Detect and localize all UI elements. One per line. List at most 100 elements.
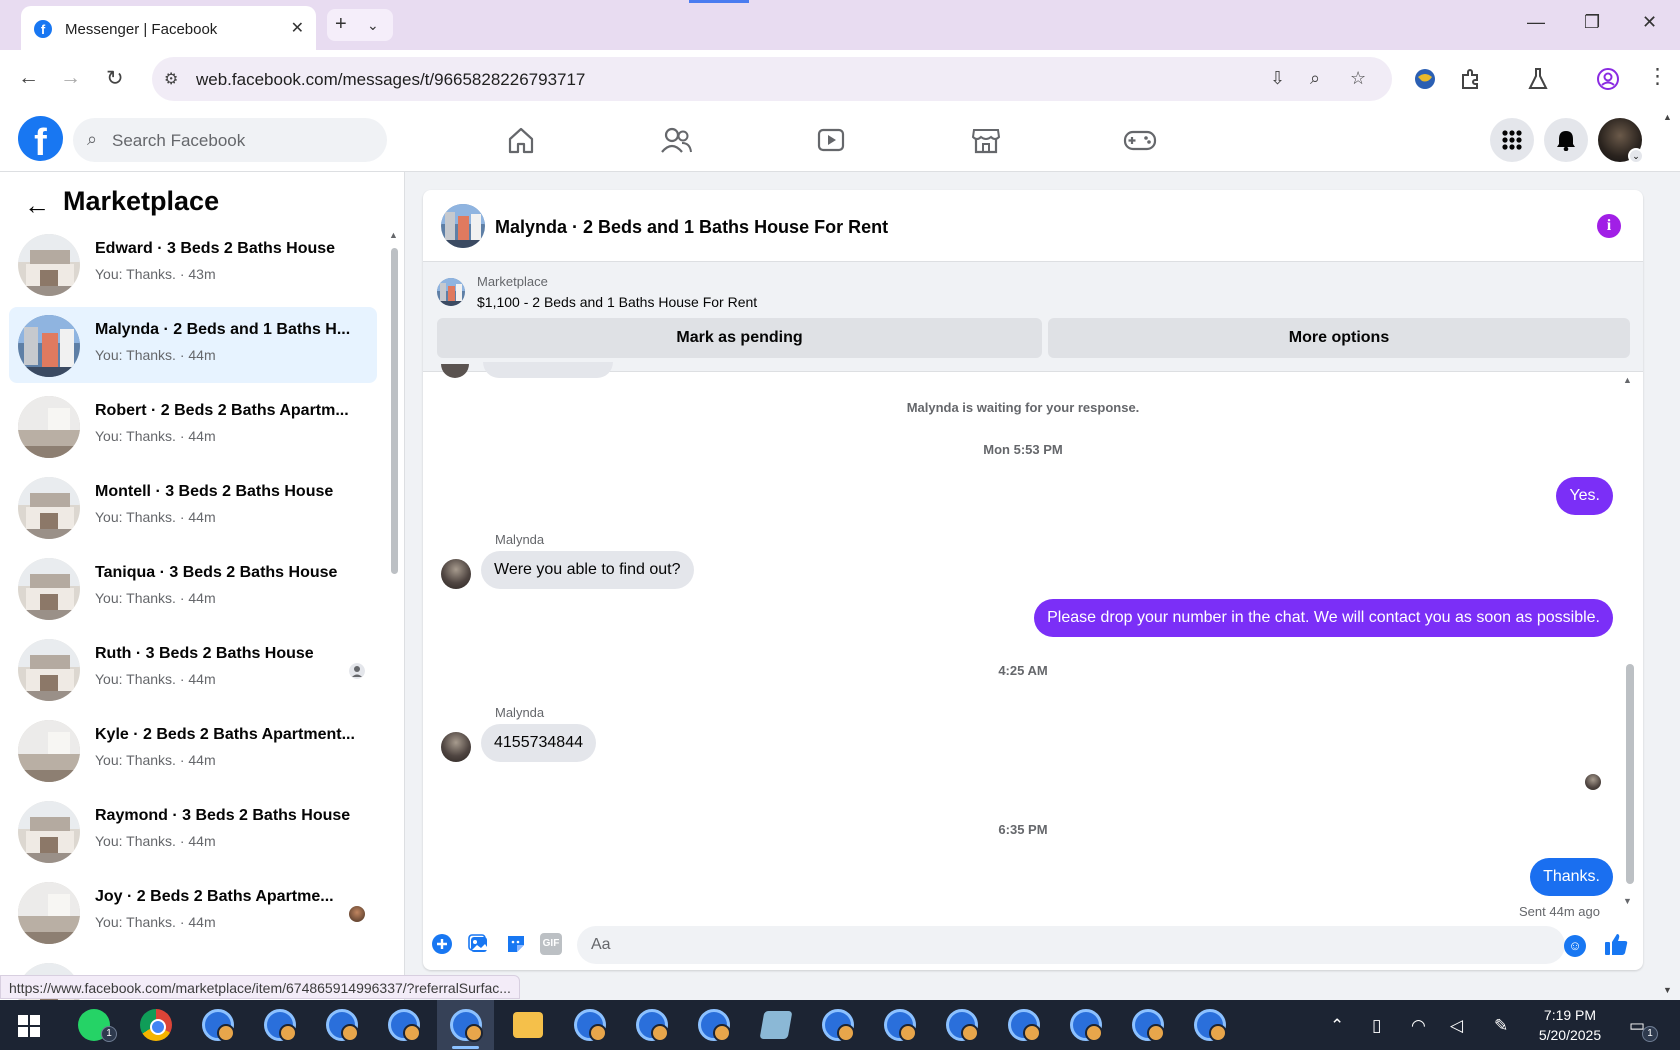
scroll-up-arrow-icon[interactable]: ▲ [389,230,398,240]
sender-avatar[interactable] [441,559,471,589]
thumbs-up-like-icon[interactable] [1603,931,1629,957]
sender-avatar[interactable] [441,732,471,762]
page-scroll-down-icon[interactable]: ▼ [1663,985,1672,995]
url-text[interactable]: web.facebook.com/messages/t/966582822679… [196,70,585,90]
emoji-icon[interactable]: ☺ [1564,935,1586,957]
facebook-logo[interactable]: f [18,116,63,164]
file-explorer-icon[interactable] [513,1012,543,1038]
listing-thumbnail [18,801,80,863]
scroll-up-arrow-icon[interactable]: ▲ [1623,375,1632,385]
sticker-icon[interactable] [505,933,527,955]
nav-marketplace[interactable] [931,118,1041,162]
conversation-name: Ruth · 3 Beds 2 Baths House [95,645,314,662]
scroll-down-arrow-icon[interactable]: ▼ [1623,896,1632,906]
chat-title[interactable]: Malynda · 2 Beds and 1 Baths House For R… [495,217,888,238]
incoming-message[interactable]: 4155734844 [481,724,596,762]
photo-icon[interactable] [468,933,490,955]
chrome-profile-icon[interactable] [1070,1009,1103,1042]
listing-price[interactable]: $1,100 - 2 Beds and 1 Baths House For Re… [477,294,757,310]
reload-icon[interactable]: ↻ [106,66,124,91]
chrome-profile-icon[interactable] [1132,1009,1165,1042]
notepad-icon[interactable] [759,1011,793,1039]
nav-friends[interactable] [621,118,731,162]
chrome-profile-icon[interactable] [1008,1009,1041,1042]
back-arrow-icon[interactable]: ← [18,66,39,90]
system-clock[interactable]: 7:19 PM 5/20/2025 [1535,1005,1605,1045]
conversation-list-scrollbar[interactable] [391,248,398,574]
outgoing-message[interactable]: Yes. [1556,477,1613,515]
notifications-button[interactable] [1544,118,1588,162]
wifi-icon[interactable]: ◠ [1411,1016,1426,1036]
chrome-profile-icon[interactable] [574,1009,607,1042]
chrome-profile-icon[interactable] [636,1009,669,1042]
conversation-item-active[interactable]: Malynda · 2 Beds and 1 Baths H... You: T… [9,307,377,383]
back-arrow-icon[interactable]: ← [24,190,50,221]
new-tab-icon[interactable]: + [335,13,347,36]
timestamp: 4:25 AM [998,663,1048,678]
tab-search-chevron-icon[interactable]: ⌄ [367,17,379,34]
extension-globe-icon[interactable] [1414,68,1436,90]
listing-thumbnail [18,882,80,944]
conversation-item[interactable]: Edward · 3 Beds 2 Baths House You: Thank… [9,226,377,302]
facebook-search-input[interactable]: ⌕ Search Facebook [73,118,387,162]
browser-tab-bar: f Messenger | Facebook ✕ + ⌄ — ❐ ✕ [0,0,1680,50]
outgoing-message[interactable]: Thanks. [1530,858,1613,896]
maximize-icon[interactable]: ❐ [1584,12,1600,33]
info-icon[interactable]: i [1597,214,1621,238]
home-icon [508,127,534,154]
conversation-item[interactable]: Kyle · 2 Beds 2 Baths Apartment... You: … [9,712,377,788]
extensions-puzzle-icon[interactable] [1460,68,1482,90]
page-scroll-up-icon[interactable]: ▲ [1663,112,1672,122]
conversation-preview: You: Thanks. · 44m [95,914,216,930]
clock-time: 7:19 PM [1543,1007,1597,1023]
chat-listing-avatar[interactable] [441,204,485,248]
incoming-message[interactable]: Were you able to find out? [481,551,694,589]
chrome-profile-icon[interactable] [946,1009,979,1042]
conversation-item[interactable]: Joy · 2 Beds 2 Baths Apartme... You: Tha… [9,874,377,950]
browser-menu-icon[interactable]: ⋮ [1647,64,1668,89]
chrome-profile-icon-active[interactable] [450,1009,483,1042]
marketplace-icon [971,129,1001,154]
address-bar[interactable]: ⚙ web.facebook.com/messages/t/9665828226… [152,57,1392,101]
close-tab-icon[interactable]: ✕ [291,18,304,38]
listing-thumbnail[interactable] [437,278,465,306]
message-input[interactable]: Aa [577,926,1565,964]
gif-icon[interactable]: GIF [540,933,562,955]
site-info-icon[interactable]: ⚙ [164,69,178,89]
zoom-icon[interactable]: ⌕ [1310,68,1320,89]
conversation-preview: You: Thanks. · 44m [95,509,216,525]
outgoing-message[interactable]: Please drop your number in the chat. We … [1034,599,1613,637]
chrome-profile-icon[interactable] [698,1009,731,1042]
nav-home[interactable] [466,118,576,162]
conversation-item[interactable]: Taniqua · 3 Beds 2 Baths House You: Than… [9,550,377,626]
chrome-profile-icon[interactable] [822,1009,855,1042]
chrome-profile-icon[interactable] [884,1009,917,1042]
more-options-button[interactable]: More options [1048,318,1630,358]
labs-flask-icon[interactable] [1527,67,1549,91]
nav-video[interactable] [776,118,886,162]
device-icon[interactable]: ▯ [1372,1016,1381,1036]
conversation-item[interactable]: Montell · 3 Beds 2 Baths House You: Than… [9,469,377,545]
nav-gaming[interactable] [1085,118,1195,162]
messages-scrollbar[interactable] [1626,664,1634,884]
chrome-profile-icon[interactable] [1194,1009,1227,1042]
show-hidden-icons-chevron-icon[interactable]: ⌃ [1330,1016,1344,1036]
profile-icon[interactable] [1596,67,1620,91]
install-app-icon[interactable]: ⇩ [1270,68,1285,89]
browser-tab-messenger[interactable]: f Messenger | Facebook ✕ [21,6,316,50]
close-window-icon[interactable]: ✕ [1642,12,1657,33]
mark-as-pending-button[interactable]: Mark as pending [437,318,1042,358]
conversation-item[interactable]: Raymond · 3 Beds 2 Baths House You: Than… [9,793,377,869]
conversation-item[interactable]: Ruth · 3 Beds 2 Baths House You: Thanks.… [9,631,377,707]
search-placeholder: Search Facebook [112,131,246,150]
menu-grid-button[interactable] [1490,118,1534,162]
volume-icon[interactable]: ◁ [1450,1016,1463,1036]
forward-arrow-icon[interactable]: → [60,66,81,90]
add-plus-icon[interactable] [431,933,453,955]
bookmark-star-icon[interactable]: ☆ [1350,68,1366,89]
minimize-icon[interactable]: — [1527,12,1545,33]
conversation-item[interactable]: Robert · 2 Beds 2 Baths Apartm... You: T… [9,388,377,464]
account-chevron-down-icon[interactable]: ⌄ [1628,148,1644,164]
partial-avatar [441,364,469,378]
pen-icon[interactable]: ✎ [1494,1016,1508,1036]
